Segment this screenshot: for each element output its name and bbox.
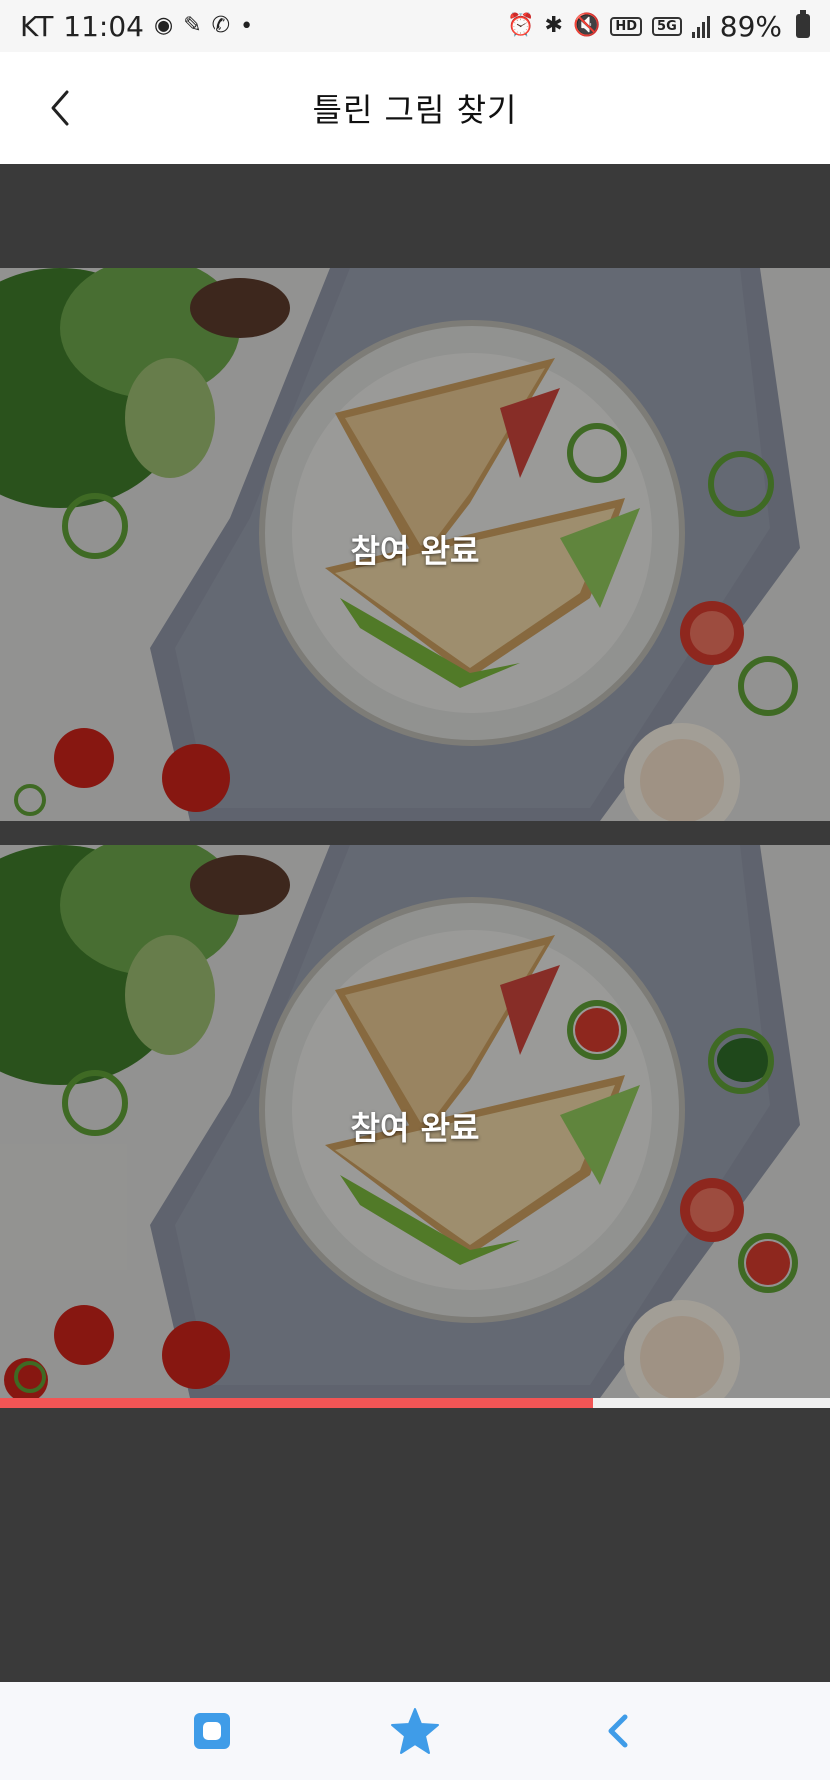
battery-icon bbox=[796, 10, 810, 38]
hd-icon: HD bbox=[610, 16, 643, 36]
battery-percent: 89% bbox=[719, 9, 782, 43]
complete-label: 참여 완료 bbox=[350, 532, 480, 570]
timer-progress-fill bbox=[0, 1398, 594, 1408]
record-icon: ◉ bbox=[154, 13, 174, 38]
game-area: 참여 완료 참여 완료 bbox=[0, 164, 830, 1682]
app-icon: ✎ bbox=[183, 13, 202, 38]
call-icon: ✆ bbox=[211, 13, 231, 38]
carrier-label: KT bbox=[20, 9, 54, 43]
page-title: 틀린 그림 찾기 bbox=[312, 91, 518, 129]
alarm-icon: ⏰ bbox=[507, 13, 535, 38]
complete-label: 참여 완료 bbox=[350, 1109, 480, 1147]
dot-icon: • bbox=[240, 13, 254, 39]
back-button[interactable] bbox=[30, 78, 90, 138]
back-chevron-icon bbox=[51, 90, 69, 126]
clock: 11:04 bbox=[63, 9, 144, 43]
signal-icon bbox=[691, 14, 710, 38]
status-bar: KT 11:04 ◉ ✎ ✆ • ⏰ ✱ 🔇 HD 5G 89% bbox=[0, 0, 830, 52]
status-right: ⏰ ✱ 🔇 HD 5G 89% bbox=[507, 10, 810, 43]
star-icon bbox=[390, 1708, 439, 1754]
home-square-icon bbox=[193, 1713, 230, 1749]
timer-progress-bar bbox=[0, 1398, 830, 1408]
back-chevron-icon bbox=[608, 1714, 628, 1748]
bottom-nav bbox=[0, 1682, 830, 1780]
nav-home-button[interactable] bbox=[177, 1696, 247, 1766]
nav-favorite-button[interactable] bbox=[380, 1696, 450, 1766]
altered-picture[interactable]: 참여 완료 bbox=[0, 845, 830, 1398]
bluetooth-icon: ✱ bbox=[544, 13, 563, 38]
screen: KT 11:04 ◉ ✎ ✆ • ⏰ ✱ 🔇 HD 5G 89% 틀린 그림 찾… bbox=[0, 0, 830, 1780]
mute-icon: 🔇 bbox=[572, 13, 601, 38]
nav-back-button[interactable] bbox=[583, 1696, 653, 1766]
status-left: KT 11:04 ◉ ✎ ✆ • bbox=[20, 10, 253, 43]
original-picture[interactable]: 참여 완료 bbox=[0, 268, 830, 821]
5g-icon: 5G bbox=[652, 16, 682, 36]
app-header: 틀린 그림 찾기 bbox=[0, 52, 830, 164]
